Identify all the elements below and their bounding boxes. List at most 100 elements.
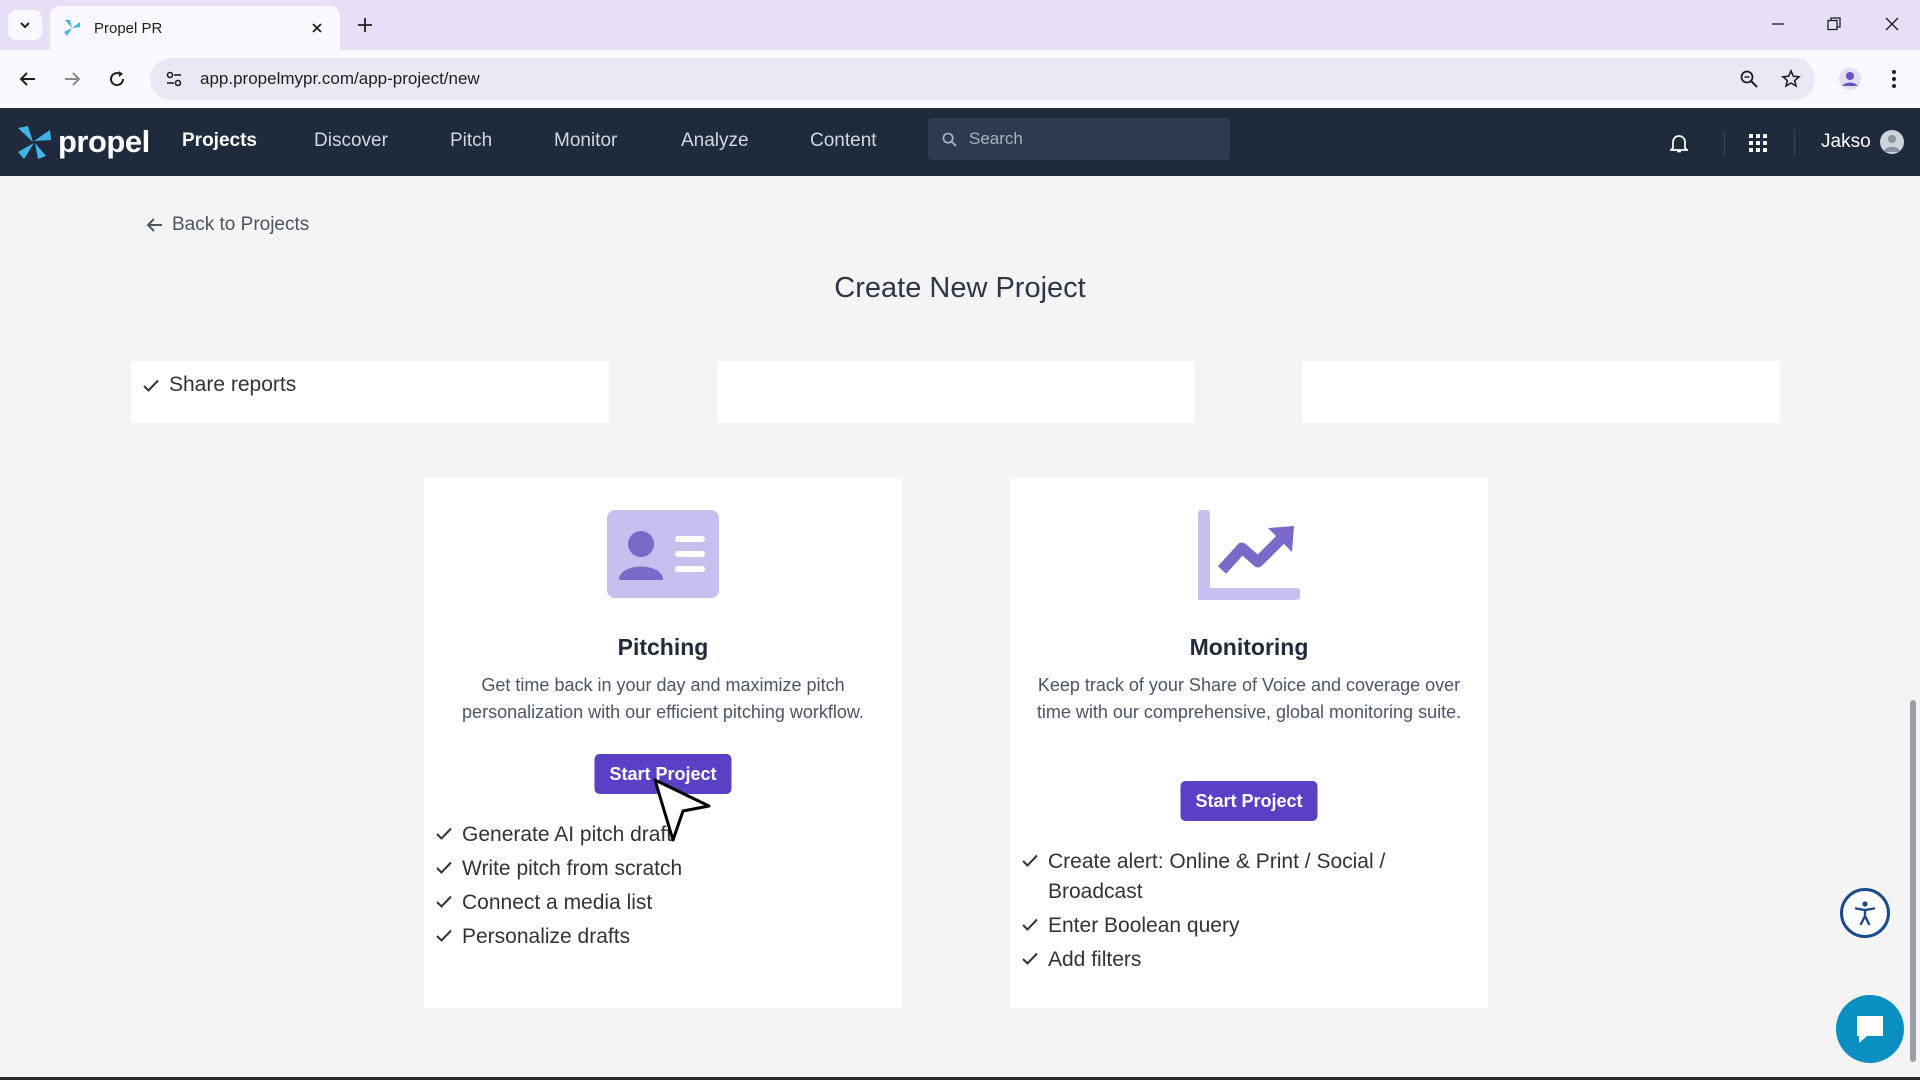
feature-label: Share reports <box>169 373 297 396</box>
card-title: Pitching <box>617 634 709 660</box>
back-to-projects-link[interactable]: Back to Projects <box>146 214 309 236</box>
list-item: Connect a media list <box>436 888 682 918</box>
browser-tab[interactable]: Propel PR <box>50 6 340 50</box>
site-info-icon[interactable] <box>156 61 192 97</box>
bookmark-star-icon[interactable] <box>1773 61 1809 97</box>
nav-content[interactable]: Content <box>810 130 877 152</box>
propel-logo[interactable]: propel <box>14 122 150 162</box>
back-link-label: Back to Projects <box>172 214 310 235</box>
project-type-card <box>1302 361 1780 423</box>
list-item: Enter Boolean query <box>1022 911 1432 941</box>
check-icon <box>436 827 452 840</box>
feature-label: Personalize drafts <box>462 925 631 948</box>
feature-label: Connect a media list <box>462 891 653 914</box>
nav-monitor[interactable]: Monitor <box>554 130 617 152</box>
accessibility-button[interactable] <box>1840 888 1890 938</box>
feature-list: Create alert: Online & Print / Social / … <box>1022 847 1432 979</box>
project-type-card: Share reports <box>131 361 609 423</box>
card-description: Get time back in your day and maximize p… <box>462 675 864 722</box>
chat-bubble-icon <box>1857 1016 1883 1043</box>
nav-projects[interactable]: Projects <box>182 130 257 152</box>
browser-menu-button[interactable] <box>1878 63 1910 95</box>
search-icon <box>942 132 957 147</box>
list-item: Personalize drafts <box>436 922 682 952</box>
accessibility-icon <box>1854 901 1876 926</box>
check-icon <box>143 379 159 392</box>
check-icon <box>1022 918 1038 931</box>
list-item: Generate AI pitch draft <box>436 820 682 850</box>
feature-label: Generate AI pitch draft <box>462 823 673 846</box>
browser-profile-button[interactable] <box>1834 63 1866 95</box>
propel-logo-icon <box>18 126 51 159</box>
more-vertical-icon <box>1892 70 1896 88</box>
logo-text: propel <box>58 124 150 159</box>
new-tab-button[interactable] <box>352 12 378 38</box>
list-item: Share reports <box>143 373 296 397</box>
monitoring-card: Monitoring Keep track of your Share of V… <box>1010 478 1488 1008</box>
reload-button[interactable] <box>102 64 132 94</box>
user-menu-name[interactable]: Jakso <box>1821 131 1871 153</box>
project-type-card <box>717 361 1195 423</box>
tab-search-button[interactable] <box>8 10 42 40</box>
card-title: Monitoring <box>1189 634 1309 660</box>
minimize-icon <box>1772 23 1784 25</box>
nav-analyze[interactable]: Analyze <box>681 130 749 152</box>
pitching-card: Pitching Get time back in your day and m… <box>424 478 902 1008</box>
apps-grid-button[interactable] <box>1743 128 1773 158</box>
minimize-button[interactable] <box>1758 8 1798 40</box>
feature-label: Write pitch from scratch <box>462 857 683 880</box>
arrow-right-icon <box>65 72 81 86</box>
start-monitoring-project-button[interactable]: Start Project <box>1180 781 1318 821</box>
nav-divider <box>1724 130 1725 156</box>
card-description: Keep track of your Share of Voice and co… <box>1036 675 1462 722</box>
list-item: Add filters <box>1022 945 1432 975</box>
propel-favicon-icon <box>64 20 80 36</box>
feature-label: Add filters <box>1048 948 1142 971</box>
list-item: Create alert: Online & Print / Social / … <box>1022 847 1432 907</box>
back-button[interactable] <box>13 64 43 94</box>
restore-icon <box>1827 17 1841 31</box>
bell-icon <box>1670 135 1688 153</box>
app-navbar: propel Projects Discover Pitch Monitor A… <box>0 108 1920 176</box>
page-title: Create New Project <box>834 272 1086 304</box>
close-icon <box>1885 17 1899 31</box>
notifications-button[interactable] <box>1664 128 1694 158</box>
page-scrollbar[interactable] <box>1910 700 1916 1062</box>
plus-icon <box>358 18 372 32</box>
close-tab-icon[interactable] <box>306 17 328 39</box>
zoom-icon[interactable] <box>1731 61 1767 97</box>
nav-discover[interactable]: Discover <box>314 130 388 152</box>
check-icon <box>1022 854 1038 867</box>
profile-icon <box>1839 68 1861 90</box>
check-icon <box>1022 952 1038 965</box>
feature-label: Create alert: Online & Print / Social / … <box>1048 850 1386 903</box>
grid-icon <box>1749 134 1767 152</box>
reload-icon <box>110 71 125 87</box>
check-icon <box>436 861 452 874</box>
user-avatar-icon[interactable] <box>1880 130 1904 154</box>
chat-widget-button[interactable] <box>1836 995 1904 1063</box>
restore-button[interactable] <box>1814 8 1854 40</box>
arrow-left-icon <box>146 218 162 232</box>
nav-pitch[interactable]: Pitch <box>450 130 492 152</box>
tab-title: Propel PR <box>94 19 163 37</box>
close-window-button[interactable] <box>1872 8 1912 40</box>
search-placeholder: Search <box>969 129 1023 148</box>
check-icon <box>436 895 452 908</box>
check-icon <box>436 929 452 942</box>
list-item: Write pitch from scratch <box>436 854 682 884</box>
trending-chart-icon <box>1198 510 1300 600</box>
address-bar[interactable]: app.propelmypr.com/app-project/new <box>150 58 1815 100</box>
feature-label: Enter Boolean query <box>1048 914 1240 937</box>
feature-list: Generate AI pitch draft Write pitch from… <box>436 820 682 956</box>
forward-button[interactable] <box>57 64 87 94</box>
chevron-down-icon <box>20 22 30 29</box>
url-text[interactable]: app.propelmypr.com/app-project/new <box>200 69 1731 89</box>
contact-card-icon <box>607 510 719 598</box>
mouse-cursor-icon <box>653 778 711 842</box>
search-input[interactable]: Search <box>928 118 1230 160</box>
nav-divider <box>1794 130 1795 156</box>
browser-toolbar: app.propelmypr.com/app-project/new <box>0 50 1920 108</box>
browser-tab-bar: Propel PR <box>0 0 1920 50</box>
arrow-left-icon <box>19 72 35 86</box>
